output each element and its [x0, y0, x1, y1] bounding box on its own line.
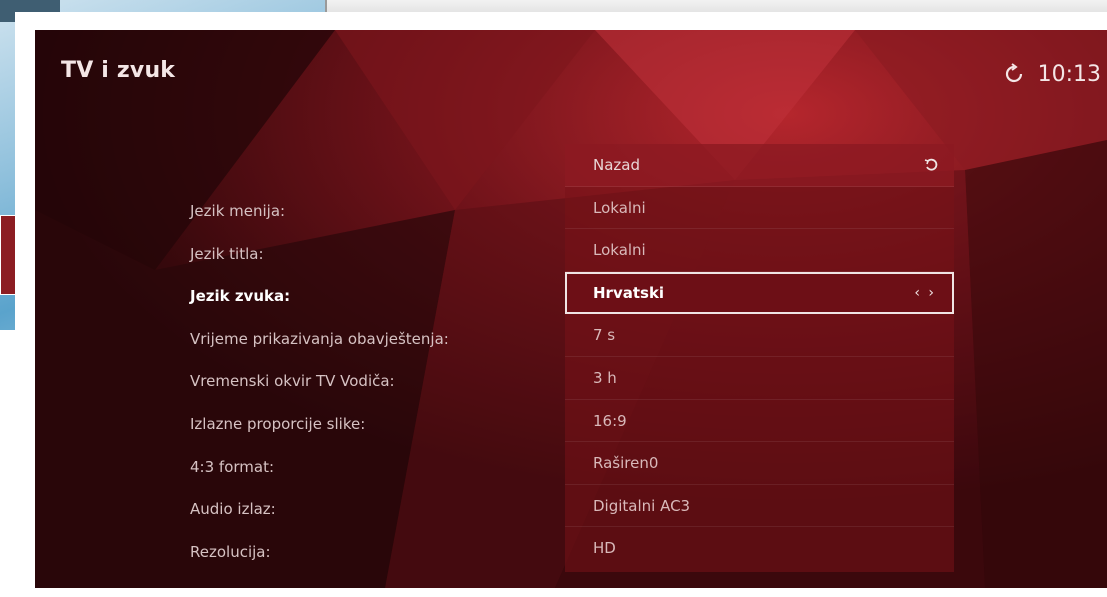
- value-row-resolution[interactable]: HD: [565, 527, 954, 570]
- value-row-subtitle-language[interactable]: Lokalni: [565, 229, 954, 272]
- settings-values-panel: Nazad Lokalni Lokalni Hrvatski ‹ › 7 s 3…: [565, 144, 954, 572]
- value-audio-output: Digitalni AC3: [593, 496, 691, 515]
- value-notification-time: 7 s: [593, 326, 616, 345]
- back-arrow-icon: [924, 158, 938, 171]
- value-row-43-format[interactable]: Raširen0: [565, 442, 954, 485]
- value-menu-language: Lokalni: [593, 198, 646, 217]
- value-row-menu-language[interactable]: Lokalni: [565, 187, 954, 230]
- value-43-format: Raširen0: [593, 454, 659, 473]
- settings-labels: Jezik menija: Jezik titla: Jezik zvuka: …: [190, 190, 449, 573]
- setting-label-aspect-ratio: Izlazne proporcije slike:: [190, 414, 366, 433]
- setting-label-notification-time: Vrijeme prikazivanja obavještenja:: [190, 329, 449, 348]
- value-row-notification-time[interactable]: 7 s: [565, 314, 954, 357]
- back-label: Nazad: [593, 156, 640, 174]
- clock-time: 10:13: [1037, 61, 1101, 87]
- setting-label-subtitle-language: Jezik titla:: [190, 244, 264, 263]
- refresh-clock-icon: [1005, 63, 1022, 83]
- status-area: 10:13: [1004, 58, 1101, 90]
- value-row-audio-output[interactable]: Digitalni AC3: [565, 485, 954, 528]
- value-aspect-ratio: 16:9: [593, 411, 627, 430]
- left-right-arrows-icon[interactable]: ‹ ›: [914, 274, 936, 313]
- setting-label-tv-guide-window: Vremenski okvir TV Vodiča:: [190, 372, 395, 391]
- tv-screen: TV i zvuk 10:13 Jezik menija: Jezik titl…: [35, 30, 1107, 588]
- value-resolution: HD: [593, 539, 616, 558]
- value-tv-guide-window: 3 h: [593, 369, 617, 387]
- back-row[interactable]: Nazad: [565, 144, 954, 187]
- value-audio-language: Hrvatski: [593, 283, 665, 302]
- setting-label-43-format: 4:3 format:: [190, 457, 275, 476]
- page-title: TV i zvuk: [61, 58, 176, 83]
- setting-label-audio-output: Audio izlaz:: [190, 500, 276, 519]
- background-thumbnail: [0, 215, 16, 295]
- setting-label-audio-language: Jezik zvuka:: [190, 287, 291, 306]
- setting-label-resolution: Rezolucija:: [190, 542, 271, 561]
- value-row-audio-language[interactable]: Hrvatski ‹ ›: [565, 271, 954, 315]
- value-row-aspect-ratio[interactable]: 16:9: [565, 400, 954, 443]
- value-subtitle-language: Lokalni: [593, 241, 646, 260]
- value-row-tv-guide-window[interactable]: 3 h: [565, 357, 954, 400]
- setting-label-menu-language: Jezik menija:: [190, 202, 286, 220]
